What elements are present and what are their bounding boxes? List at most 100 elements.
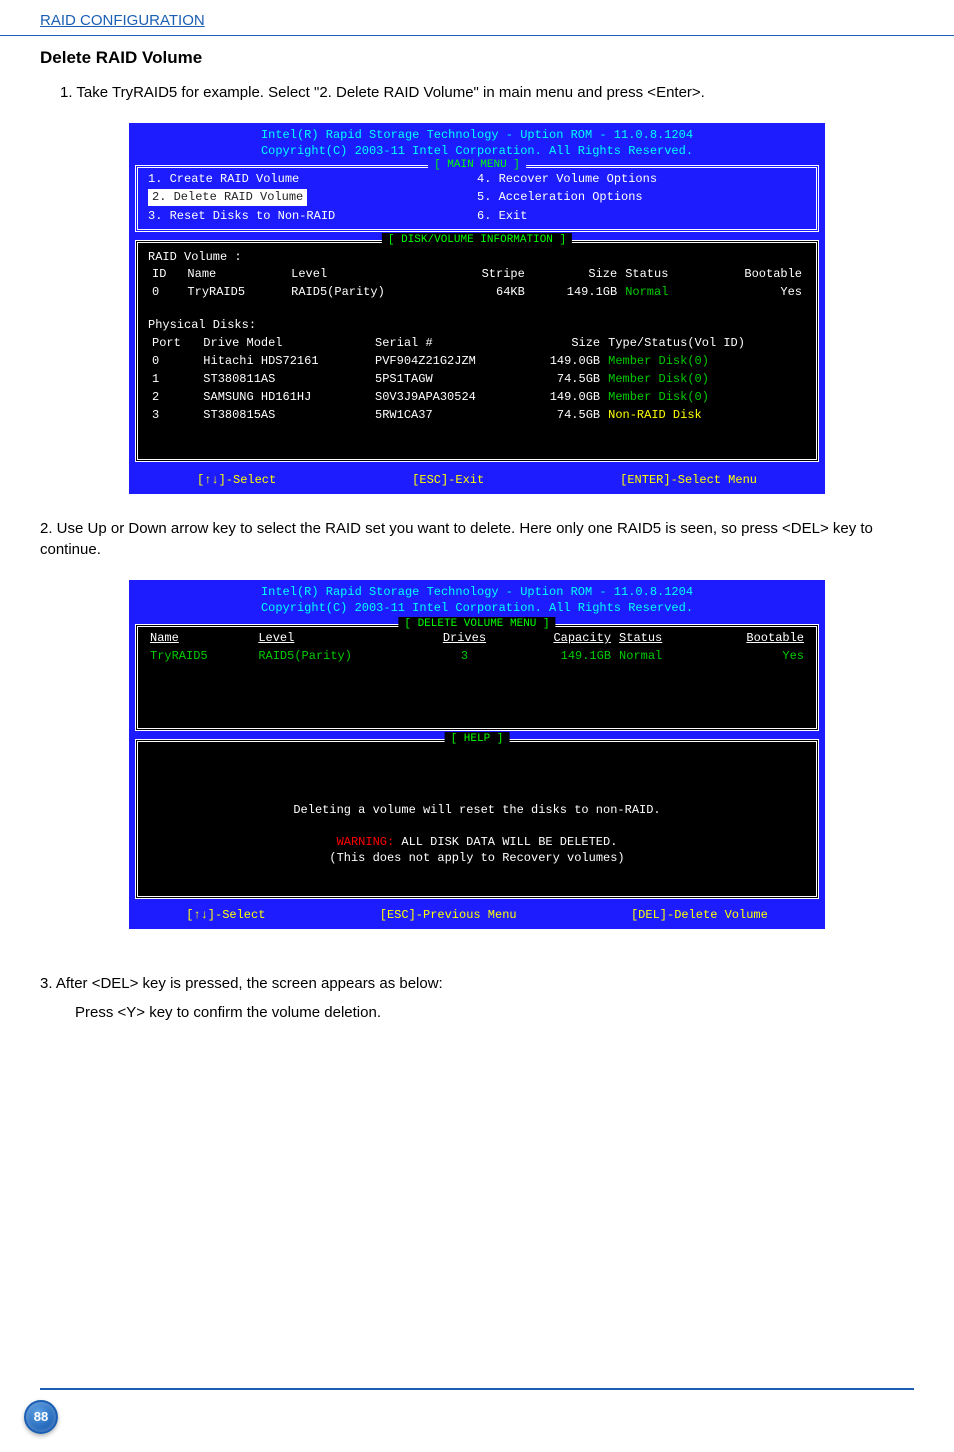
col-stripe: Stripe xyxy=(448,265,529,283)
menu-reset-disks[interactable]: 3. Reset Disks to Non-RAID xyxy=(148,207,477,225)
bios-title-line1: Intel(R) Rapid Storage Technology - Upti… xyxy=(129,584,825,600)
cell-level: RAID5(Parity) xyxy=(254,647,422,665)
col-status: Status xyxy=(615,629,700,647)
cell-size: 74.5GB xyxy=(523,370,604,388)
warning-text: ALL DISK DATA WILL BE DELETED. xyxy=(394,835,617,849)
cell-level: RAID5(Parity) xyxy=(287,283,448,301)
physical-disks-table: Port Drive Model Serial # Size Type/Stat… xyxy=(148,334,806,425)
step-1-text: 1. Take TryRAID5 for example. Select "2.… xyxy=(0,78,954,111)
col-size: Size xyxy=(523,334,604,352)
menu-acceleration[interactable]: 5. Acceleration Options xyxy=(477,188,806,206)
cell-type: Member Disk(0) xyxy=(604,388,806,406)
delete-volume-frame: [ DELETE VOLUME MENU ] Name Level Drives… xyxy=(135,624,819,730)
footer-previous: [ESC]-Previous Menu xyxy=(380,907,517,923)
col-bootable: Bootable xyxy=(702,265,806,283)
cell-size: 149.1GB xyxy=(529,283,621,301)
cell-model: SAMSUNG HD161HJ xyxy=(199,388,371,406)
help-line-3: (This does not apply to Recovery volumes… xyxy=(148,850,806,866)
cell-name: TryRAID5 xyxy=(146,647,254,665)
cell-model: ST380811AS xyxy=(199,370,371,388)
bios-title-line2: Copyright(C) 2003-11 Intel Corporation. … xyxy=(129,143,825,159)
cell-port: 3 xyxy=(148,406,199,424)
page-title: Delete RAID Volume xyxy=(0,38,954,78)
bios-title-line1: Intel(R) Rapid Storage Technology - Upti… xyxy=(129,127,825,143)
disk-volume-info-label: [ DISK/VOLUME INFORMATION ] xyxy=(382,233,572,248)
cell-serial: S0V3J9APA30524 xyxy=(371,388,523,406)
table-row: 2 SAMSUNG HD161HJ S0V3J9APA30524 149.0GB… xyxy=(148,388,806,406)
cell-status: Normal xyxy=(615,647,700,665)
bios-header: Intel(R) Rapid Storage Technology - Upti… xyxy=(129,123,825,161)
raid-volume-label: RAID Volume : xyxy=(148,249,806,265)
col-id: ID xyxy=(148,265,183,283)
cell-id: 0 xyxy=(148,283,183,301)
bios-header: Intel(R) Rapid Storage Technology - Upti… xyxy=(129,580,825,618)
bios-screen-delete-menu: Intel(R) Rapid Storage Technology - Upti… xyxy=(127,578,827,932)
cell-port: 2 xyxy=(148,388,199,406)
footer-delete: [DEL]-Delete Volume xyxy=(631,907,768,923)
cell-drives: 3 xyxy=(422,647,507,665)
delete-volume-label: [ DELETE VOLUME MENU ] xyxy=(398,617,555,632)
menu-recover[interactable]: 4. Recover Volume Options xyxy=(477,170,806,188)
step-2-text: 2. Use Up or Down arrow key to select th… xyxy=(0,514,954,568)
table-row: 0 TryRAID5 RAID5(Parity) 64KB 149.1GB No… xyxy=(148,283,806,301)
cell-stripe: 64KB xyxy=(448,283,529,301)
cell-port: 0 xyxy=(148,352,199,370)
cell-bootable: Yes xyxy=(702,283,806,301)
cell-port: 1 xyxy=(148,370,199,388)
col-name: Name xyxy=(146,629,254,647)
step-3-text-a: 3. After <DEL> key is pressed, the scree… xyxy=(0,969,954,1002)
col-status: Status xyxy=(621,265,702,283)
cell-type: Member Disk(0) xyxy=(604,352,806,370)
cell-status: Normal xyxy=(621,283,702,301)
bios-screen-main-menu: Intel(R) Rapid Storage Technology - Upti… xyxy=(127,121,827,496)
bios-title-line2: Copyright(C) 2003-11 Intel Corporation. … xyxy=(129,600,825,616)
physical-disks-label: Physical Disks: xyxy=(148,317,806,333)
cell-size: 74.5GB xyxy=(523,406,604,424)
help-line-1: Deleting a volume will reset the disks t… xyxy=(148,802,806,818)
warning-prefix: WARNING: xyxy=(337,835,395,849)
table-row-selected[interactable]: TryRAID5 RAID5(Parity) 3 149.1GB Normal … xyxy=(146,647,808,665)
col-level: Level xyxy=(287,265,448,283)
table-row: 3 ST380815AS 5RW1CA37 74.5GB Non-RAID Di… xyxy=(148,406,806,424)
cell-type: Non-RAID Disk xyxy=(604,406,806,424)
disk-volume-info: [ DISK/VOLUME INFORMATION ] RAID Volume … xyxy=(135,240,819,462)
cell-type: Member Disk(0) xyxy=(604,370,806,388)
cell-model: ST380815AS xyxy=(199,406,371,424)
cell-serial: PVF904Z21G2JZM xyxy=(371,352,523,370)
cell-serial: 5PS1TAGW xyxy=(371,370,523,388)
col-bootable: Bootable xyxy=(700,629,808,647)
col-port: Port xyxy=(148,334,199,352)
footer-enter: [ENTER]-Select Menu xyxy=(620,472,757,488)
menu-exit[interactable]: 6. Exit xyxy=(477,207,806,225)
step-3-text-b: Press <Y> key to confirm the volume dele… xyxy=(0,1002,954,1031)
menu-right-column: 4. Recover Volume Options 5. Acceleratio… xyxy=(477,170,806,225)
bios-footer: [↑↓]-Select [ESC]-Exit [ENTER]-Select Me… xyxy=(129,468,825,494)
main-menu-label: [ MAIN MENU ] xyxy=(428,158,526,173)
table-row: 0 Hitachi HDS72161 PVF904Z21G2JZM 149.0G… xyxy=(148,352,806,370)
main-menu-frame: [ MAIN MENU ] 1. Create RAID Volume 2. D… xyxy=(135,165,819,232)
col-model: Drive Model xyxy=(199,334,371,352)
cell-size: 149.0GB xyxy=(523,352,604,370)
delete-volume-table: Name Level Drives Capacity Status Bootab… xyxy=(146,629,808,665)
raid-volume-table: ID Name Level Stripe Size Status Bootabl… xyxy=(148,265,806,301)
footer-divider xyxy=(40,1388,914,1390)
menu-left-column: 1. Create RAID Volume 2. Delete RAID Vol… xyxy=(148,170,477,225)
menu-delete-raid[interactable]: 2. Delete RAID Volume xyxy=(148,188,477,206)
col-serial: Serial # xyxy=(371,334,523,352)
cell-serial: 5RW1CA37 xyxy=(371,406,523,424)
menu-delete-raid-selected: 2. Delete RAID Volume xyxy=(148,189,307,205)
footer-select: [↑↓]-Select xyxy=(186,907,265,923)
col-name: Name xyxy=(183,265,287,283)
col-level: Level xyxy=(254,629,422,647)
cell-size: 149.0GB xyxy=(523,388,604,406)
page-number-badge: 88 xyxy=(24,1400,58,1434)
table-row: 1 ST380811AS 5PS1TAGW 74.5GB Member Disk… xyxy=(148,370,806,388)
col-type: Type/Status(Vol ID) xyxy=(604,334,806,352)
cell-model: Hitachi HDS72161 xyxy=(199,352,371,370)
page: RAID CONFIGURATION Delete RAID Volume 1.… xyxy=(0,0,954,1452)
help-warning: WARNING: ALL DISK DATA WILL BE DELETED. xyxy=(148,834,806,850)
cell-bootable: Yes xyxy=(700,647,808,665)
help-frame: [ HELP ] Deleting a volume will reset th… xyxy=(135,739,819,900)
cell-capacity: 149.1GB xyxy=(507,647,615,665)
bios-footer: [↑↓]-Select [ESC]-Previous Menu [DEL]-De… xyxy=(129,903,825,929)
